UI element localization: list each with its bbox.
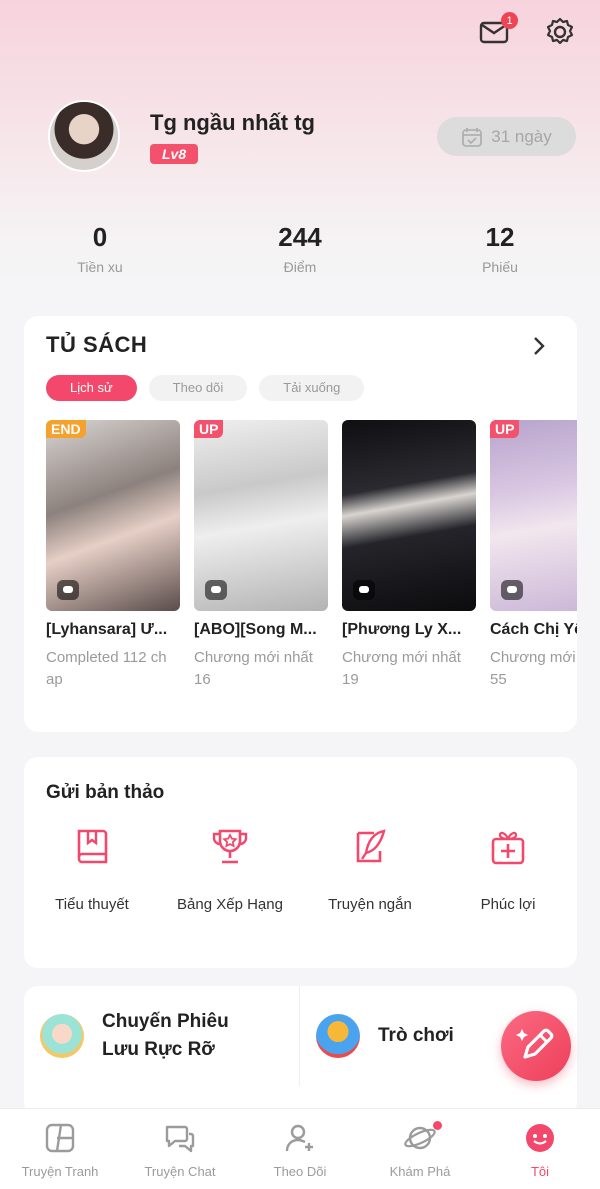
nav-label: Tôi	[530, 1164, 550, 1179]
nav-chat-stories[interactable]: Truyện Chat	[120, 1109, 240, 1189]
nav-label: Khám Phá	[389, 1164, 451, 1179]
book-title: [Lyhansara] Ư...	[46, 621, 168, 638]
stat-value: 244	[278, 222, 322, 252]
book-item[interactable]: UP Cách Chị Yê... Chương mới nhất 55	[490, 420, 577, 691]
chevron-right-icon[interactable]	[529, 336, 549, 356]
comic-icon	[45, 1123, 75, 1153]
nav-explore[interactable]: Khám Phá	[360, 1109, 480, 1189]
planet-icon	[404, 1126, 436, 1150]
stat-label: Tiền xu	[77, 259, 123, 275]
stat-label: Phiếu	[482, 259, 518, 275]
bottom-navigation: Truyện Tranh Truyện Chat Theo Dõi Khám P…	[0, 1108, 600, 1189]
book-title: [ABO][Song M...	[194, 621, 317, 638]
book-subtitle: Completed 112 ch ap	[46, 649, 167, 688]
feature-label: Truyện ngắn	[328, 896, 412, 913]
checkin-days-button[interactable]: 31 ngày	[437, 117, 576, 156]
bookshelf-card: TỦ SÁCH Lịch sử Theo dõi Tải xuống END […	[24, 316, 577, 732]
feature-novel[interactable]: Tiểu thuyết	[52, 825, 132, 913]
write-fab-button[interactable]	[501, 1011, 571, 1081]
game-icon	[316, 1014, 360, 1058]
chat-icon	[205, 580, 227, 600]
nav-label: Truyện Chat	[144, 1164, 216, 1179]
feature-label: Bảng Xếp Hạng	[177, 896, 283, 913]
profile-info: Tg ngầu nhất tg Lv8	[150, 108, 315, 164]
notification-badge: 1	[501, 12, 518, 29]
book-cover	[342, 420, 476, 611]
chat-icon	[57, 580, 79, 600]
stat-tickets[interactable]: 12 Phiếu	[400, 222, 600, 275]
book-title: [Phương Ly X...	[342, 621, 462, 638]
chat-bubbles-icon	[165, 1125, 195, 1153]
adventure-label: Chuyến Phiêu Lưu Rực Rỡ	[102, 1008, 229, 1064]
checkin-days-label: 31 ngày	[491, 126, 552, 146]
feature-label: Phúc lợi	[480, 896, 536, 913]
gear-icon	[546, 17, 574, 45]
stat-coins[interactable]: 0 Tiền xu	[0, 222, 200, 275]
book-subtitle: Chương mới nhất 19	[342, 649, 461, 688]
gift-icon	[491, 831, 525, 865]
bookshelf-tabs: Lịch sử Theo dõi Tải xuống	[46, 375, 365, 401]
adventure-entry[interactable]: Chuyến Phiêu Lưu Rực Rỡ	[24, 986, 300, 1086]
adventure-label-line1: Chuyến Phiêu	[102, 1011, 229, 1032]
add-user-icon	[285, 1124, 313, 1152]
level-badge: Lv8	[150, 144, 199, 164]
book-cover: UP	[194, 420, 328, 611]
pencil-icon	[516, 1028, 554, 1059]
status-badge: END	[46, 420, 86, 438]
book-subtitle: Chương mới nhất 55	[490, 649, 577, 688]
profile-header: Tg ngầu nhất tg Lv8	[48, 100, 315, 172]
nav-label: Truyện Tranh	[21, 1164, 99, 1179]
quill-icon	[356, 829, 386, 863]
chat-icon	[501, 580, 523, 600]
tab-downloads[interactable]: Tải xuống	[259, 375, 365, 401]
feature-ranking[interactable]: Bảng Xếp Hạng	[170, 825, 290, 913]
book-icon	[77, 829, 108, 864]
adventure-icon	[40, 1014, 84, 1058]
nav-following[interactable]: Theo Dõi	[240, 1109, 360, 1189]
settings-button[interactable]	[542, 14, 578, 50]
avatar[interactable]	[48, 100, 120, 172]
status-badge: UP	[194, 420, 224, 438]
extras-card: Chuyến Phiêu Lưu Rực Rỡ Trò chơi	[24, 986, 577, 1116]
smiley-icon	[526, 1124, 554, 1152]
nav-profile[interactable]: Tôi	[480, 1109, 600, 1189]
book-cover: END	[46, 420, 180, 611]
feature-short-story[interactable]: Truyện ngắn	[322, 825, 418, 913]
book-list: END [Lyhansara] Ư... Completed 112 ch ap…	[46, 420, 577, 710]
book-title: Cách Chị Yê...	[490, 621, 577, 638]
submit-manuscript-card: Gửi bản thảo Tiểu thuyết Bảng Xếp Hạng T…	[24, 757, 577, 968]
stat-value: 12	[485, 222, 515, 252]
trophy-icon	[212, 829, 248, 864]
stat-label: Điểm	[283, 259, 317, 275]
book-item[interactable]: UP [ABO][Song M... Chương mới nhất 16	[194, 420, 328, 691]
mail-button[interactable]: 1	[476, 12, 518, 50]
stat-value: 0	[92, 222, 108, 252]
feature-label: Tiểu thuyết	[55, 896, 129, 913]
top-bar: 1	[476, 12, 578, 50]
tab-history[interactable]: Lịch sử	[46, 375, 137, 401]
games-label: Trò chơi	[378, 1025, 454, 1046]
status-badge: UP	[490, 420, 520, 438]
stats-row: 0 Tiền xu 244 Điểm 12 Phiếu	[0, 222, 600, 275]
tab-following[interactable]: Theo dõi	[148, 375, 248, 401]
bookshelf-title: TỦ SÁCH	[46, 332, 148, 357]
calendar-check-icon	[462, 127, 483, 147]
feature-benefits[interactable]: Phúc lợi	[470, 825, 546, 913]
nav-comics[interactable]: Truyện Tranh	[0, 1109, 120, 1189]
book-item[interactable]: END [Lyhansara] Ư... Completed 112 ch ap	[46, 420, 180, 691]
book-subtitle: Chương mới nhất 16	[194, 649, 313, 688]
adventure-label-line2: Lưu Rực Rỡ	[102, 1039, 215, 1060]
section-title: Gửi bản thảo	[46, 782, 165, 803]
book-item[interactable]: [Phương Ly X... Chương mới nhất 19	[342, 420, 476, 691]
chat-icon	[353, 580, 375, 600]
notification-dot	[433, 1121, 442, 1130]
book-cover: UP	[490, 420, 577, 611]
stat-points[interactable]: 244 Điểm	[200, 222, 400, 275]
user-name: Tg ngầu nhất tg	[150, 110, 315, 135]
nav-label: Theo Dõi	[273, 1164, 327, 1179]
